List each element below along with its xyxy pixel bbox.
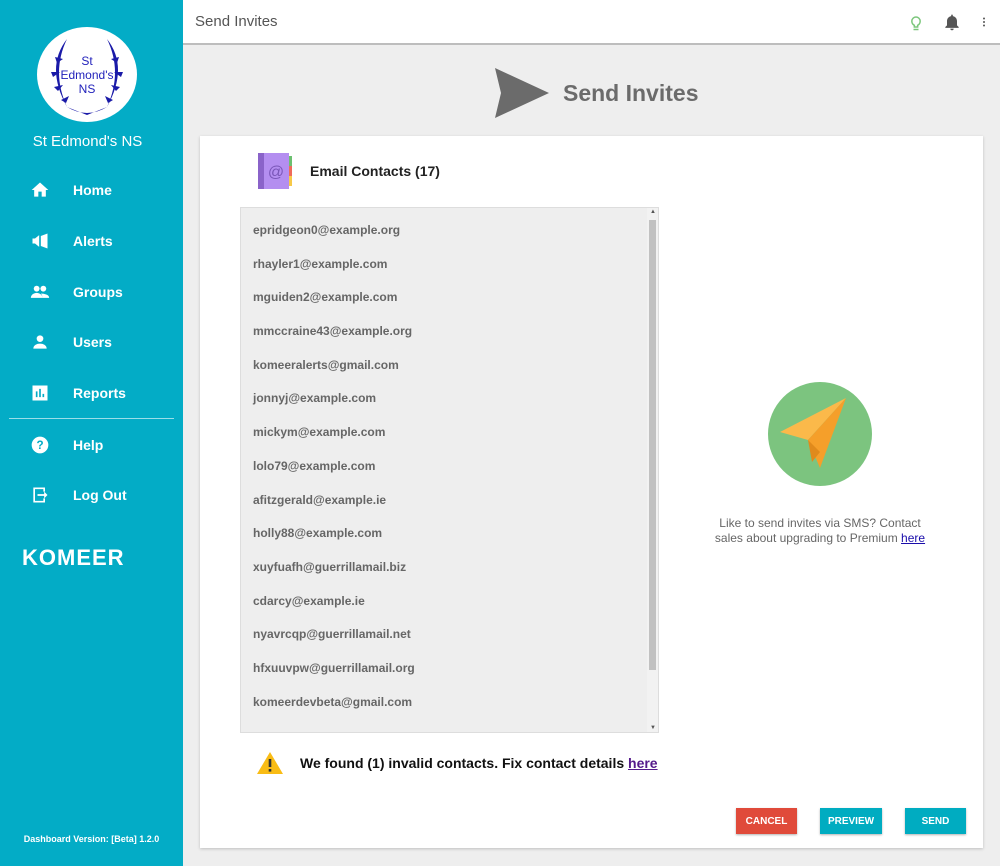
sidebar-item-alerts[interactable]: Alerts [0,216,183,267]
sms-promo: Like to send invites via SMS? Contact sa… [705,516,935,546]
contact-item[interactable]: lolo79@example.com [241,450,658,484]
invalid-contacts-warning: We found (1) invalid contacts. Fix conta… [256,751,658,775]
lightbulb-icon[interactable] [906,12,926,32]
contact-item[interactable]: komeeralerts@gmail.com [241,349,658,383]
scrollbar-thumb[interactable] [649,220,656,670]
preview-button[interactable]: PREVIEW [820,808,882,834]
page-heading: Send Invites [493,68,698,118]
invite-card: @ Email Contacts (17) epridgeon0@example… [200,136,983,848]
school-name: St Edmond's NS [32,133,143,150]
contact-item[interactable]: rhayler1@example.com [241,248,658,282]
user-icon [33,335,47,350]
page-title: Send Invites [563,79,699,106]
logo-text: St Edmond's NS [60,53,114,96]
contact-item[interactable]: afitzgerald@example.ie [241,484,658,518]
warning-text: We found (1) invalid contacts. Fix conta… [300,755,629,771]
contact-item[interactable]: mguiden2@example.com [241,281,658,315]
fix-contacts-link[interactable]: here [628,755,658,771]
contacts-title: Email Contacts (17) [310,163,440,179]
group-icon [30,285,50,298]
sidebar-nav: Home Alerts Groups Users Reports ? Help L… [0,165,183,521]
promo-text: Like to send invites via SMS? Contact sa… [714,516,921,545]
version-text: Dashboard Version: [Beta] 1.2.0 [23,834,160,844]
sidebar-item-label: Groups [73,283,123,300]
topbar: Send Invites [183,0,1000,45]
brand-text: KOMEER [22,545,125,570]
warning-icon [257,752,283,774]
sidebar-item-label: Home [73,182,112,199]
send-icon [495,68,549,118]
sidebar-item-label: Users [73,334,112,351]
send-button[interactable]: SEND [905,808,966,834]
contact-item[interactable]: hfxuuvpw@guerrillamail.org [241,652,658,686]
contacts-list[interactable]: epridgeon0@example.org rhayler1@example.c… [240,207,659,733]
more-vert-icon[interactable] [978,12,990,32]
home-icon [31,182,49,198]
contact-item[interactable]: holly88@example.com [241,517,658,551]
sidebar-item-logout[interactable]: Log Out [0,470,183,521]
sidebar-item-users[interactable]: Users [0,317,183,368]
contact-item[interactable]: nyavrcqp@guerrillamail.net [241,618,658,652]
address-book-icon: @ [258,153,292,189]
contact-item[interactable]: xuyfuafh@guerrillamail.biz [241,551,658,585]
sidebar-item-label: Help [73,436,104,453]
upgrade-link[interactable]: here [901,531,925,545]
sidebar-item-label: Reports [73,385,126,402]
bell-icon[interactable] [942,12,962,32]
sidebar-item-home[interactable]: Home [0,165,183,216]
scrollbar[interactable]: ▲ ▼ [647,208,658,732]
sidebar-item-reports[interactable]: Reports [0,368,183,419]
contact-item[interactable]: mmccraine43@example.org [241,315,658,349]
contact-item[interactable]: epridgeon0@example.org [241,214,658,248]
megaphone-icon [32,233,48,249]
sidebar: St Edmond's NS St Edmond's NS Home Alert… [0,0,183,866]
sidebar-item-label: Log Out [73,487,127,504]
paper-plane-icon [768,382,872,486]
contact-item[interactable]: jonnyj@example.com [241,382,658,416]
sidebar-item-label: Alerts [73,233,113,250]
contact-item[interactable]: mickym@example.com [241,416,658,450]
contact-item[interactable]: cdarcy@example.ie [241,585,658,619]
komeer-logo: KOMEER [22,545,125,571]
cancel-button[interactable]: CANCEL [736,808,797,834]
logout-icon [33,487,48,503]
chart-icon [32,385,48,401]
svg-text:@: @ [268,164,284,181]
help-icon: ? [31,436,49,454]
sidebar-item-help[interactable]: ? Help [0,419,183,470]
sidebar-item-groups[interactable]: Groups [0,266,183,317]
school-logo: St Edmond's NS [37,27,137,122]
topbar-title: Send Invites [195,13,278,30]
contact-item[interactable]: komeerdevbeta@gmail.com [241,686,658,720]
svg-text:?: ? [36,439,43,452]
